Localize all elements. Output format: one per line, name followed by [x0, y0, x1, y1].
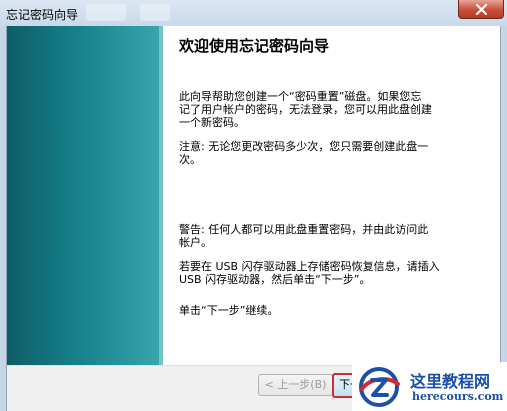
warning-line: 警告: 任何人都可以用此盘重置密码，并由此访问此: [179, 223, 429, 236]
close-icon: [475, 4, 488, 15]
intro-line: 记了用户帐户的密码，无法登录，您可以用此盘创建: [179, 103, 432, 116]
wizard-window: 忘记密码向导 欢迎使用忘记密码向导 此向导帮助您创建一个“密码重置”磁盘。如果您…: [0, 0, 507, 411]
usb-line: USB 闪存驱动器，然后单击“下一步”。: [179, 273, 371, 286]
continue-instruction: 单击“下一步”继续。: [179, 304, 279, 317]
intro-line: 一个新密码。: [179, 116, 245, 129]
title-bar-shadow: [86, 4, 126, 21]
note-line: 注意: 无论您更改密码多少次，您只需要创建此盘一: [179, 140, 429, 153]
warning-paragraph: 警告: 任何人都可以用此盘重置密码，并由此访问此 帐户。: [179, 223, 479, 249]
title-bar[interactable]: 忘记密码向导: [0, 0, 507, 26]
note-line: 次。: [179, 153, 201, 166]
title-bar-shadow: [140, 4, 170, 21]
usb-line: 若要在 USB 闪存驱动器上存储密码恢复信息，请插入: [179, 260, 440, 273]
wizard-frame: 欢迎使用忘记密码向导 此向导帮助您创建一个“密码重置”磁盘。如果您忘 记了用户帐…: [6, 26, 501, 411]
usb-paragraph: 若要在 USB 闪存驱动器上存储密码恢复信息，请插入 USB 闪存驱动器，然后单…: [179, 260, 479, 286]
note-paragraph: 注意: 无论您更改密码多少次，您只需要创建此盘一 次。: [179, 140, 479, 166]
watermark-url: herecours.com: [412, 390, 504, 403]
intro-line: 此向导帮助您创建一个“密码重置”磁盘。如果您忘: [179, 90, 422, 103]
intro-paragraph: 此向导帮助您创建一个“密码重置”磁盘。如果您忘 记了用户帐户的密码，无法登录，您…: [179, 90, 479, 129]
back-button[interactable]: < 上一步(B): [258, 374, 333, 396]
page-title: 欢迎使用忘记密码向导: [179, 37, 330, 55]
window-title: 忘记密码向导: [6, 8, 79, 22]
watermark-site-name: 这里教程网: [410, 372, 491, 391]
warning-line: 帐户。: [179, 236, 212, 249]
close-button[interactable]: [458, 0, 504, 19]
watermark-logo-icon: [359, 367, 400, 407]
site-watermark: 这里教程网 herecours.com: [352, 362, 507, 411]
wizard-side-banner: [7, 26, 163, 365]
wizard-content: 欢迎使用忘记密码向导 此向导帮助您创建一个“密码重置”磁盘。如果您忘 记了用户帐…: [163, 26, 500, 365]
